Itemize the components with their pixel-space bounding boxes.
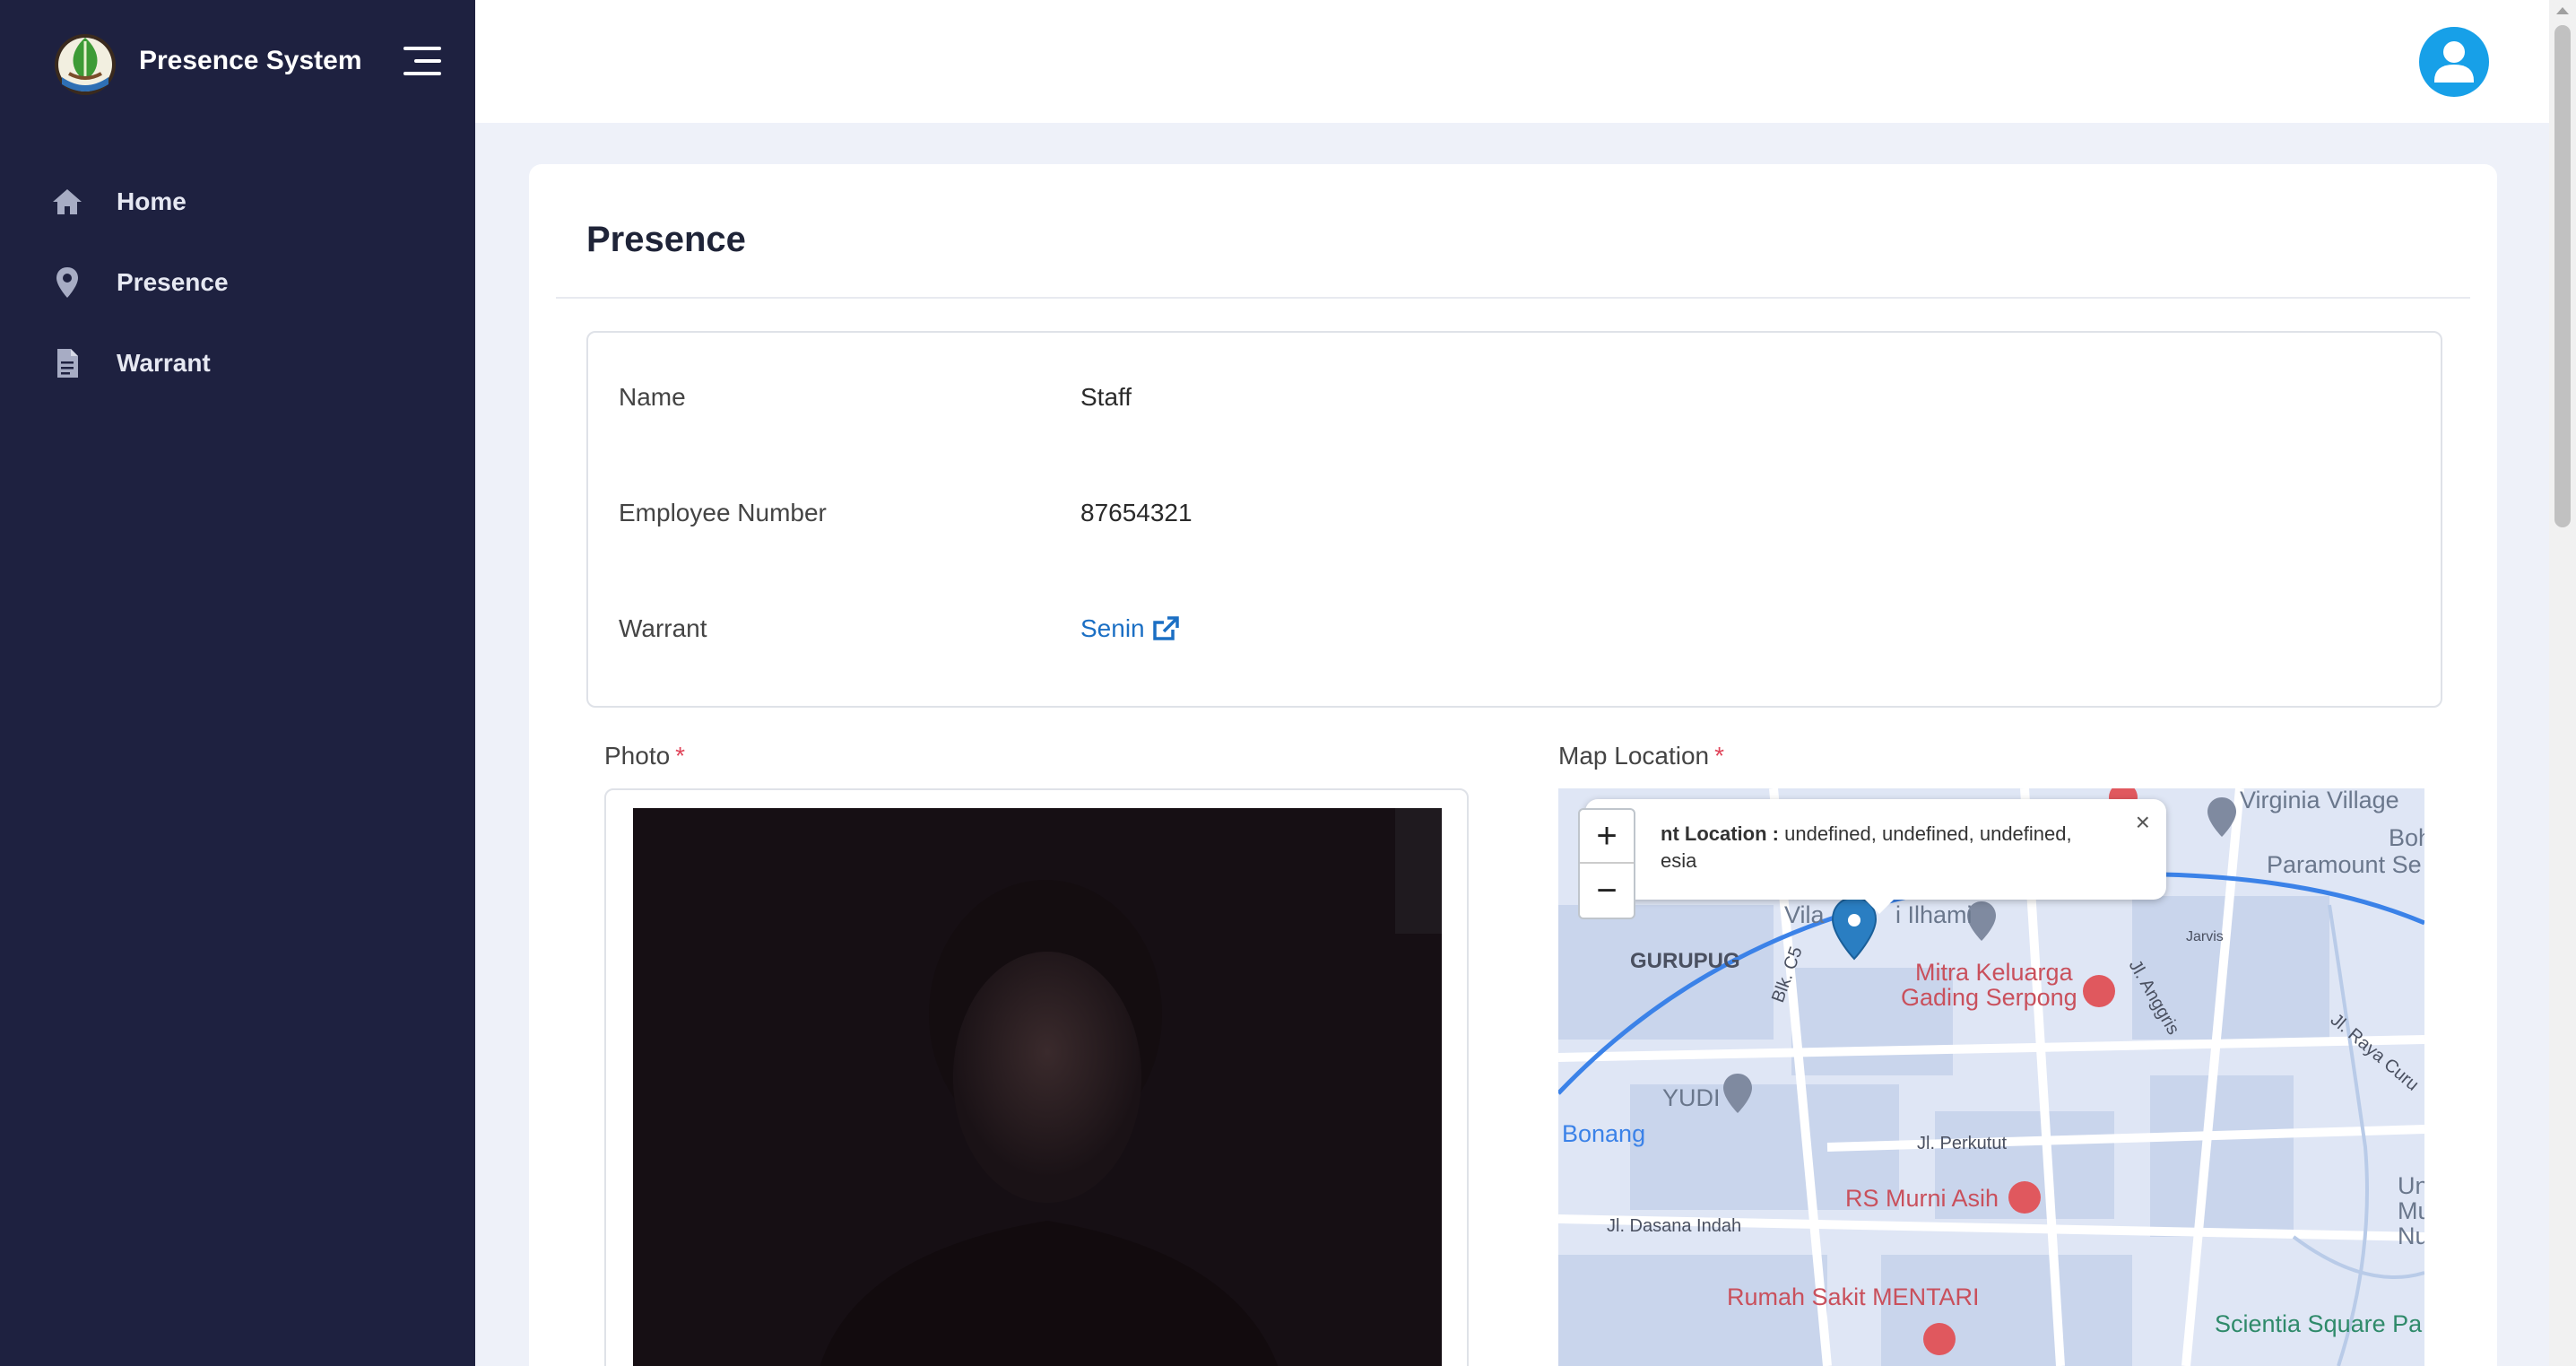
document-icon — [49, 345, 85, 381]
name-label: Name — [619, 383, 686, 411]
info-row-employee-number: Employee Number 87654321 — [619, 499, 1193, 527]
map-label-gurugug: GURUPUG — [1630, 949, 1740, 973]
page-scrollbar[interactable] — [2549, 0, 2576, 1366]
warrant-link-text: Senin — [1080, 614, 1145, 642]
topbar — [475, 0, 2549, 123]
map-label-bonang: Bonang — [1562, 1120, 1645, 1147]
menu-toggle-icon[interactable] — [403, 47, 441, 77]
map-label-ilhami: i Ilhami — [1895, 901, 1973, 928]
map-zoom-control: + − — [1578, 808, 1635, 919]
zoom-out-button[interactable]: − — [1580, 864, 1634, 918]
location-map[interactable]: Virginia Village Paramount Se Boh Vila i… — [1558, 788, 2424, 1366]
name-value: Staff — [1080, 383, 1132, 411]
map-pin-icon — [49, 265, 85, 300]
popup-tip — [1863, 898, 1895, 914]
required-mark: * — [1714, 742, 1725, 770]
photo-label: Photo * — [604, 742, 685, 770]
home-icon — [49, 184, 85, 220]
map-label-dasana: Jl. Dasana Indah — [1607, 1216, 1741, 1236]
sidebar-item-label: Warrant — [117, 349, 211, 377]
popup-close-icon[interactable]: × — [2136, 808, 2150, 837]
map-label-murni: RS Murni Asih — [1845, 1185, 1999, 1212]
employee-number-value: 87654321 — [1080, 499, 1193, 526]
map-label-scientia: Scientia Square Pa — [2215, 1310, 2423, 1337]
brand[interactable]: Presence System — [49, 22, 362, 99]
map-label-perkutut: Jl. Perkutut — [1917, 1134, 2007, 1153]
sidebar-item-label: Presence — [117, 268, 229, 296]
map-label-nu: Nu — [2398, 1222, 2424, 1249]
title-divider — [556, 297, 2470, 299]
required-mark: * — [675, 742, 686, 770]
employee-number-label: Employee Number — [619, 499, 827, 526]
info-row-warrant: Warrant Senin — [619, 614, 1179, 643]
sidebar-item-warrant[interactable]: Warrant — [0, 323, 475, 404]
external-link-icon — [1152, 616, 1179, 640]
page-title: Presence — [586, 220, 746, 259]
map-label-jarvis: Jarvis — [2186, 929, 2224, 944]
map-label-virginia: Virginia Village — [2240, 788, 2399, 814]
warrant-label: Warrant — [619, 614, 707, 642]
sidebar-item-label: Home — [117, 187, 186, 215]
map-location-label: Map Location * — [1558, 742, 1724, 770]
popup-title: nt Location : — [1661, 822, 1779, 845]
popup-text: nt Location : undefined, undefined, unde… — [1661, 821, 2109, 874]
zoom-in-button[interactable]: + — [1580, 810, 1634, 864]
location-popup: nt Location : undefined, undefined, unde… — [1585, 799, 2166, 914]
map-label-boh: Boh — [2389, 824, 2424, 851]
popup-value-line2: esia — [1661, 849, 1697, 872]
sidebar-item-presence[interactable]: Presence — [0, 242, 475, 323]
map-label-villa: Vila — [1784, 901, 1826, 928]
sidebar-item-home[interactable]: Home — [0, 161, 475, 242]
logo-icon — [55, 33, 116, 95]
presence-card: Presence Name Staff Employee Number 8765… — [529, 164, 2497, 1366]
map-label-yudi: YUDI — [1662, 1084, 1721, 1111]
webcam-photo — [633, 808, 1442, 1366]
photo-capture-frame[interactable] — [604, 788, 1469, 1366]
scroll-thumb[interactable] — [2554, 25, 2571, 527]
warrant-link[interactable]: Senin — [1080, 614, 1179, 643]
app-name: Presence System — [139, 45, 362, 75]
scroll-up-icon[interactable] — [2556, 7, 2569, 14]
popup-value-line1: undefined, undefined, undefined, — [1784, 822, 2072, 845]
map-label-mitra1: Mitra Keluarga — [1915, 959, 2074, 986]
map-label-un: Un — [2398, 1172, 2424, 1199]
map-label-mentari: Rumah Sakit MENTARI — [1727, 1283, 1980, 1310]
map-label-paramount: Paramount Se — [2267, 851, 2422, 878]
photo-label-text: Photo — [604, 742, 671, 770]
employee-info-box: Name Staff Employee Number 87654321 Warr… — [586, 331, 2442, 708]
map-label-mu: Mu — [2398, 1197, 2424, 1224]
map-label-text: Map Location — [1558, 742, 1710, 770]
sidebar-nav: Home Presence Warrant — [0, 161, 475, 404]
user-avatar-icon[interactable] — [2419, 27, 2489, 97]
info-row-name: Name Staff — [619, 383, 1132, 412]
sidebar: Presence System Home Presence Warrant — [0, 0, 475, 1366]
map-label-mitra2: Gading Serpong — [1901, 984, 2077, 1011]
